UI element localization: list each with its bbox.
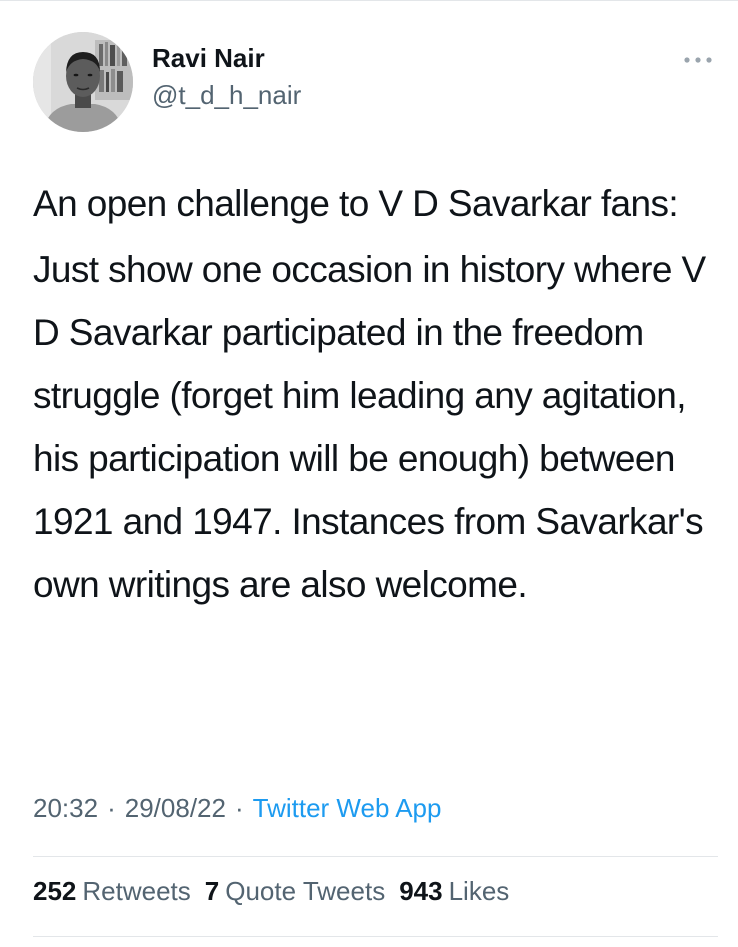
tweet-source-link[interactable]: Twitter Web App bbox=[253, 793, 442, 823]
quote-tweets-stat[interactable]: 7 Quote Tweets bbox=[205, 876, 385, 907]
quote-tweets-count: 7 bbox=[204, 876, 220, 906]
author-handle[interactable]: @t_d_h_nair bbox=[152, 80, 301, 111]
top-divider bbox=[0, 0, 738, 1]
avatar[interactable] bbox=[33, 32, 133, 132]
tweet-time[interactable]: 20:32 bbox=[33, 793, 98, 823]
author-name[interactable]: Ravi Nair bbox=[152, 43, 265, 74]
retweets-count: 252 bbox=[33, 876, 77, 906]
more-options-button[interactable] bbox=[678, 46, 718, 74]
tweet-paragraph: Just show one occasion in history where … bbox=[33, 249, 706, 605]
retweets-label: Retweets bbox=[82, 876, 191, 906]
divider bbox=[33, 856, 718, 857]
tweet-text: An open challenge to V D Savarkar fans: … bbox=[33, 172, 723, 616]
tweet-paragraph: An open challenge to V D Savarkar fans: bbox=[33, 183, 679, 224]
meta-separator: · bbox=[107, 793, 116, 823]
likes-count: 943 bbox=[399, 876, 443, 906]
tweet-header: Ravi Nair @t_d_h_nair bbox=[33, 32, 723, 132]
avatar-photo bbox=[33, 32, 133, 132]
retweets-stat[interactable]: 252 Retweets bbox=[33, 876, 191, 907]
tweet-date[interactable]: 29/08/22 bbox=[125, 793, 226, 823]
quote-tweets-label: Quote Tweets bbox=[225, 876, 386, 906]
tweet-meta: 20:32 · 29/08/22 · Twitter Web App bbox=[33, 793, 441, 824]
likes-stat[interactable]: 943 Likes bbox=[399, 876, 509, 907]
likes-label: Likes bbox=[448, 876, 510, 906]
more-horizontal-icon bbox=[684, 57, 712, 63]
divider bbox=[33, 936, 718, 937]
meta-separator: · bbox=[234, 793, 244, 823]
tweet-stats: 252 Retweets 7 Quote Tweets 943 Likes bbox=[33, 876, 523, 907]
